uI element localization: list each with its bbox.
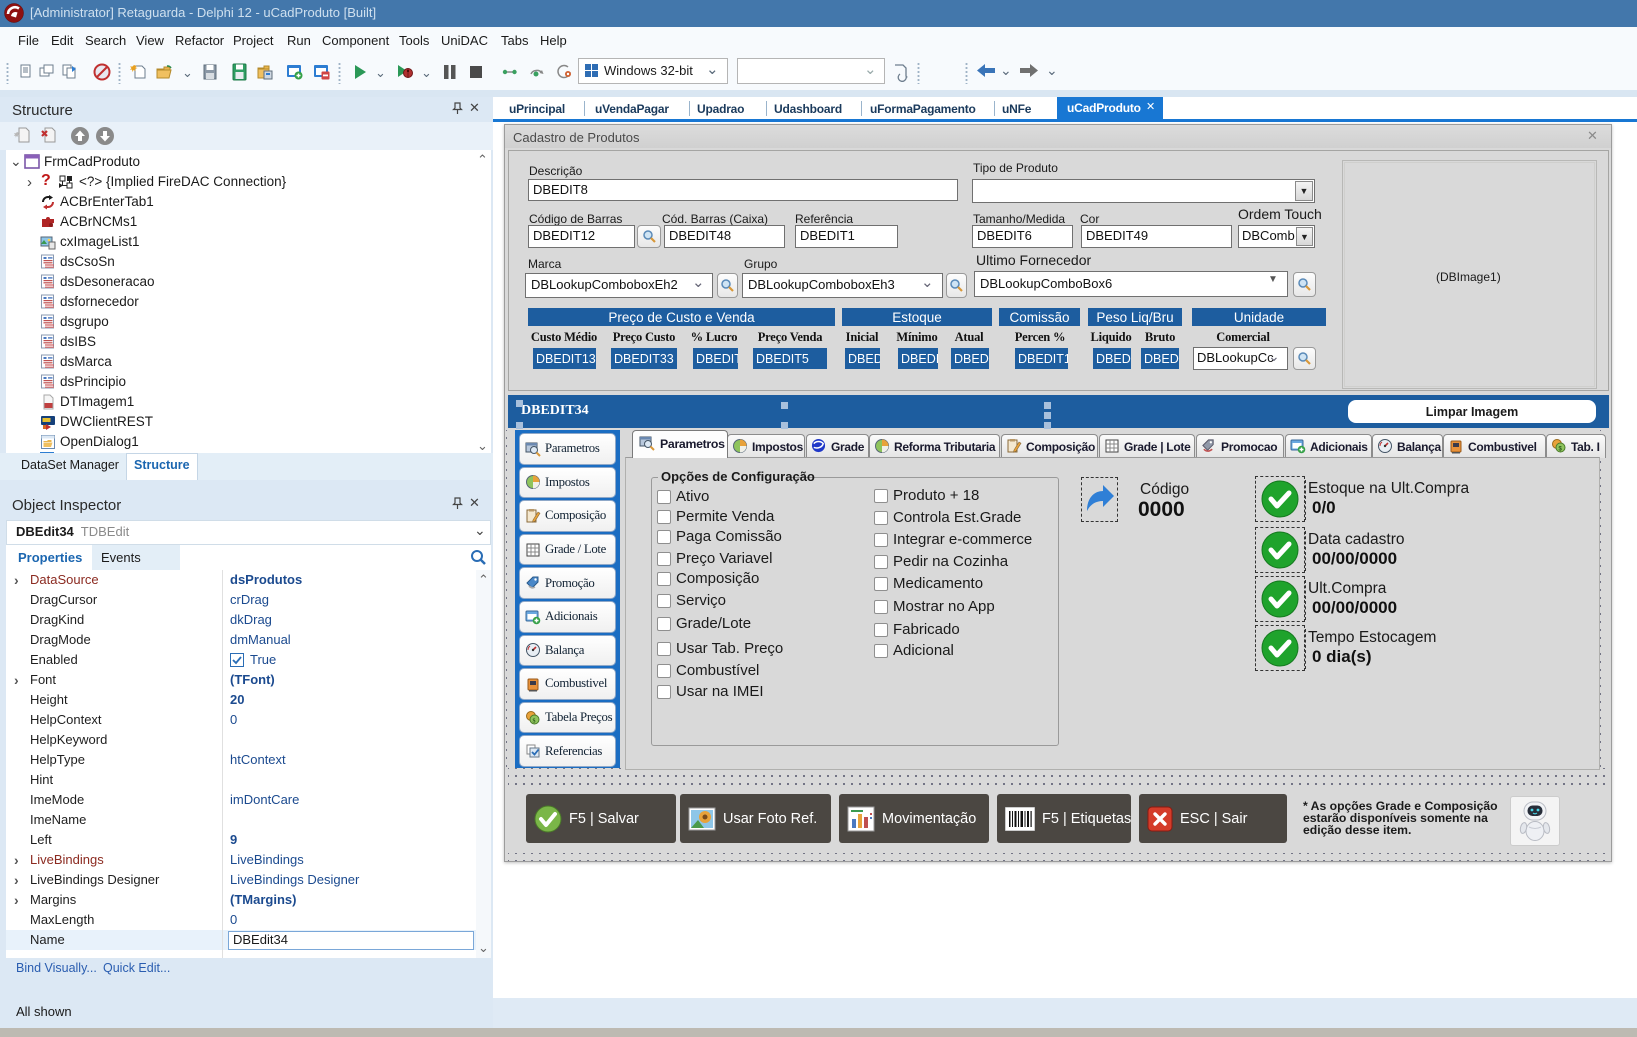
svg-text:$: $ bbox=[533, 717, 536, 724]
